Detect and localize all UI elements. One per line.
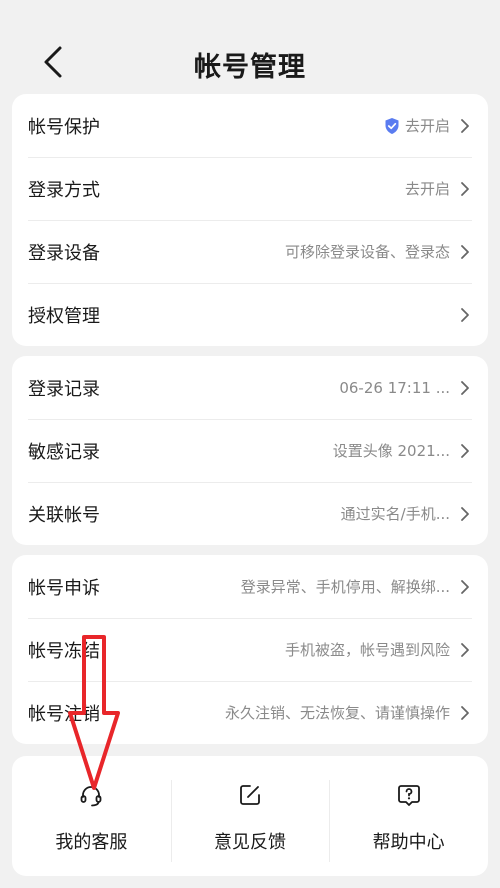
row-label: 帐号冻结 (28, 640, 100, 662)
chevron-right-icon (461, 579, 469, 594)
account-security-group: 帐号保护 去开启 登录方式 去开启 登录设备 可移除登录设备、登录态 授权管理 (12, 94, 488, 346)
row-value: 去开启 (404, 180, 450, 198)
chevron-right-icon (461, 181, 469, 196)
row-account-freeze[interactable]: 帐号冻结 手机被盗，帐号遇到风险 (12, 618, 488, 681)
row-label: 敏感记录 (28, 441, 100, 463)
bottom-label: 帮助中心 (372, 832, 445, 853)
row-value: 去开启 (404, 117, 450, 135)
row-login-method[interactable]: 登录方式 去开启 (12, 157, 488, 220)
row-account-deletion[interactable]: 帐号注销 永久注销、无法恢复、请谨慎操作 (12, 681, 488, 744)
chevron-right-icon (461, 118, 469, 133)
bottom-actions: 我的客服 意见反馈 帮助中心 (12, 756, 488, 876)
row-value: 设置头像 2021... (332, 442, 450, 460)
records-group: 登录记录 06-26 17:11 ... 敏感记录 设置头像 2021... 关… (12, 356, 488, 545)
row-label: 登录记录 (28, 378, 100, 400)
chevron-right-icon (461, 705, 469, 720)
account-actions-group: 帐号申诉 登录异常、手机停用、解换绑... 帐号冻结 手机被盗，帐号遇到风险 帐… (12, 555, 488, 744)
row-value: 06-26 17:11 ... (339, 378, 450, 397)
row-linked-accounts[interactable]: 关联帐号 通过实名/手机... (12, 482, 488, 545)
row-label: 关联帐号 (28, 504, 100, 526)
my-customer-service-button[interactable]: 我的客服 (12, 756, 171, 876)
row-authorization[interactable]: 授权管理 (12, 283, 488, 346)
page-title: 帐号管理 (194, 52, 306, 83)
row-login-records[interactable]: 登录记录 06-26 17:11 ... (12, 356, 488, 419)
help-center-button[interactable]: 帮助中心 (329, 756, 488, 876)
row-label: 帐号保护 (28, 116, 100, 138)
row-account-appeal[interactable]: 帐号申诉 登录异常、手机停用、解换绑... (12, 555, 488, 618)
chevron-right-icon (461, 443, 469, 458)
edit-icon (240, 785, 260, 805)
bottom-label: 我的客服 (55, 832, 128, 853)
header: 帐号管理 (0, 0, 500, 100)
row-value: 可移除登录设备、登录态 (284, 243, 450, 261)
row-value: 通过实名/手机... (340, 505, 450, 523)
row-account-protection[interactable]: 帐号保护 去开启 (12, 94, 488, 157)
bottom-label: 意见反馈 (214, 832, 286, 853)
row-value: 手机被盗，帐号遇到风险 (284, 641, 450, 659)
headset-icon (80, 786, 102, 807)
row-value: 登录异常、手机停用、解换绑... (240, 578, 450, 596)
chevron-right-icon (461, 506, 469, 521)
shield-check-icon (385, 117, 399, 134)
chevron-right-icon (461, 642, 469, 657)
help-icon (397, 785, 420, 806)
row-label: 帐号注销 (28, 703, 100, 725)
feedback-button[interactable]: 意见反馈 (170, 756, 330, 876)
row-label: 登录方式 (28, 179, 100, 201)
row-label: 授权管理 (28, 305, 100, 327)
chevron-right-icon (461, 380, 469, 395)
row-value: 永久注销、无法恢复、请谨慎操作 (224, 704, 450, 722)
chevron-right-icon (461, 307, 469, 322)
row-sensitive-records[interactable]: 敏感记录 设置头像 2021... (12, 419, 488, 482)
chevron-right-icon (461, 244, 469, 259)
row-label: 登录设备 (28, 242, 100, 264)
row-login-devices[interactable]: 登录设备 可移除登录设备、登录态 (12, 220, 488, 283)
row-label: 帐号申诉 (28, 577, 100, 599)
